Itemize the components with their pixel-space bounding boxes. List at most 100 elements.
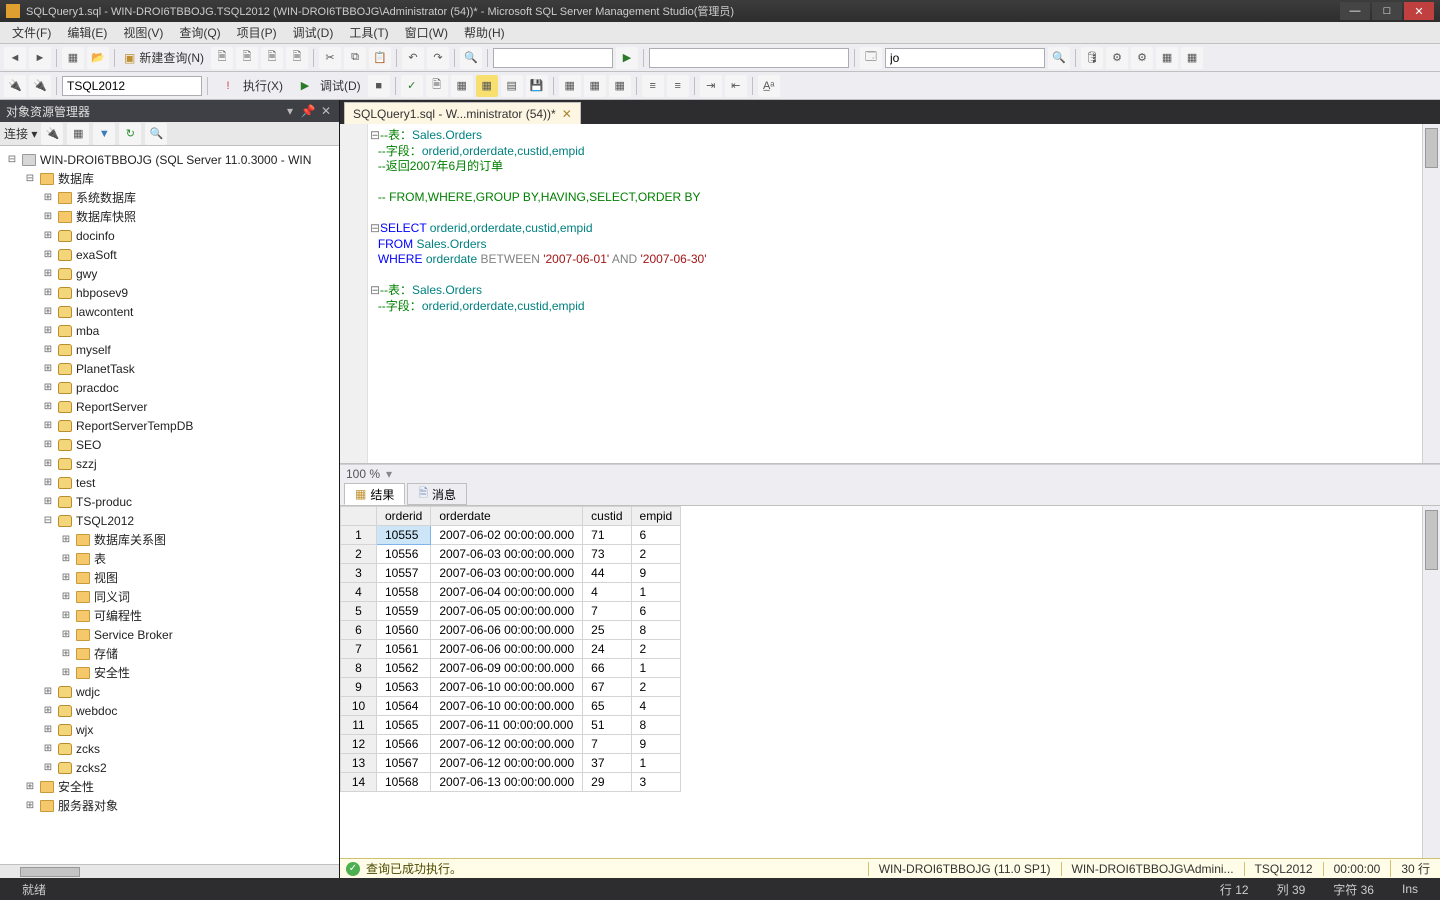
grid-cell[interactable]: 2007-06-12 00:00:00.000 xyxy=(431,735,583,754)
tree-folder[interactable]: ⊞表 xyxy=(0,549,339,568)
tree-database[interactable]: ⊞lawcontent xyxy=(0,302,339,321)
close-icon[interactable]: ✕ xyxy=(319,104,333,118)
grid-row-header[interactable]: 7 xyxy=(341,640,377,659)
outdent-btn[interactable]: ⇤ xyxy=(725,75,747,97)
tree-database[interactable]: ⊞SEO xyxy=(0,435,339,454)
grid-row-header[interactable]: 13 xyxy=(341,754,377,773)
forward-button[interactable]: ► xyxy=(29,47,51,69)
tree-folder[interactable]: ⊞安全性 xyxy=(0,777,339,796)
results-grid[interactable]: orderidorderdatecustidempid1105552007-06… xyxy=(340,506,1422,858)
oe-btn-5[interactable]: 🔍 xyxy=(145,123,167,145)
grid-cell[interactable]: 2007-06-13 00:00:00.000 xyxy=(431,773,583,792)
oe-btn-1[interactable]: 🔌 xyxy=(41,123,63,145)
menu-item[interactable]: 编辑(E) xyxy=(59,22,115,43)
grid-cell[interactable]: 51 xyxy=(583,716,631,735)
tree-database[interactable]: ⊞mba xyxy=(0,321,339,340)
back-button[interactable]: ◄ xyxy=(4,47,26,69)
comment-btn[interactable]: ≡ xyxy=(642,75,664,97)
config-combo[interactable] xyxy=(493,48,613,68)
grid-row-header[interactable]: 5 xyxy=(341,602,377,621)
grid-cell[interactable]: 2007-06-10 00:00:00.000 xyxy=(431,678,583,697)
tree-server[interactable]: ⊟WIN-DROI6TBBOJG (SQL Server 11.0.3000 -… xyxy=(0,150,339,169)
grid-cell[interactable]: 10555 xyxy=(377,526,431,545)
grid-cell[interactable]: 9 xyxy=(631,735,681,754)
grid-row-header[interactable]: 11 xyxy=(341,716,377,735)
grid-cell[interactable]: 44 xyxy=(583,564,631,583)
tree-database[interactable]: ⊞szzj xyxy=(0,454,339,473)
debug-button[interactable]: ▶调试(D) xyxy=(290,75,365,97)
tree-folder[interactable]: ⊞服务器对象 xyxy=(0,796,339,815)
tb-tool-5[interactable]: ▦ xyxy=(1181,47,1203,69)
grid-cell[interactable]: 3 xyxy=(631,773,681,792)
grid-row-header[interactable]: 1 xyxy=(341,526,377,545)
tree-folder[interactable]: ⊞系统数据库 xyxy=(0,188,339,207)
grid-row-header[interactable]: 3 xyxy=(341,564,377,583)
include-stats[interactable]: ▦ xyxy=(559,75,581,97)
grid-cell[interactable]: 6 xyxy=(631,602,681,621)
find-button[interactable]: 🔍 xyxy=(460,47,482,69)
tb-tool-3[interactable]: ⚙ xyxy=(1131,47,1153,69)
close-button[interactable]: ✕ xyxy=(1404,2,1434,20)
grid-button[interactable]: ▦ xyxy=(476,75,498,97)
grid-cell[interactable]: 4 xyxy=(631,697,681,716)
tree-database[interactable]: ⊞ReportServerTempDB xyxy=(0,416,339,435)
grid-cell[interactable]: 2007-06-09 00:00:00.000 xyxy=(431,659,583,678)
menu-item[interactable]: 调试(D) xyxy=(285,22,342,43)
tb-btn-3[interactable]: 🗎 xyxy=(261,47,283,69)
grid-row-header[interactable]: 14 xyxy=(341,773,377,792)
grid-cell[interactable]: 10562 xyxy=(377,659,431,678)
connect-btn[interactable]: 🔌 xyxy=(4,75,26,97)
grid-row-header[interactable]: 2 xyxy=(341,545,377,564)
tree-database[interactable]: ⊞hbposev9 xyxy=(0,283,339,302)
grid-row-header[interactable]: 4 xyxy=(341,583,377,602)
grid-cell[interactable]: 7 xyxy=(583,602,631,621)
tree-database[interactable]: ⊞gwy xyxy=(0,264,339,283)
grid-row-header[interactable]: 10 xyxy=(341,697,377,716)
tree-database-tsql[interactable]: ⊟TSQL2012 xyxy=(0,511,339,530)
menu-item[interactable]: 帮助(H) xyxy=(456,22,513,43)
grid-cell[interactable]: 1 xyxy=(631,754,681,773)
grid-cell[interactable]: 2007-06-10 00:00:00.000 xyxy=(431,697,583,716)
grid-cell[interactable]: 71 xyxy=(583,526,631,545)
uncomment-btn[interactable]: ≡ xyxy=(667,75,689,97)
tree-database[interactable]: ⊞docinfo xyxy=(0,226,339,245)
grid-corner[interactable] xyxy=(341,507,377,526)
grid-cell[interactable]: 67 xyxy=(583,678,631,697)
tree-folder[interactable]: ⊞数据库关系图 xyxy=(0,530,339,549)
object-tree[interactable]: ⊟WIN-DROI6TBBOJG (SQL Server 11.0.3000 -… xyxy=(0,146,339,864)
grid-cell[interactable]: 2007-06-12 00:00:00.000 xyxy=(431,754,583,773)
level-combo[interactable] xyxy=(649,48,849,68)
grid-cell[interactable]: 10568 xyxy=(377,773,431,792)
grid-cell[interactable]: 24 xyxy=(583,640,631,659)
specify-btn[interactable]: A̲ᵃ xyxy=(758,75,780,97)
editor-tab[interactable]: SQLQuery1.sql - W...ministrator (54))* ✕ xyxy=(344,102,581,124)
grid-col-header[interactable]: orderdate xyxy=(431,507,583,526)
tree-database[interactable]: ⊞test xyxy=(0,473,339,492)
grid-cell[interactable]: 10565 xyxy=(377,716,431,735)
grid-cell[interactable]: 65 xyxy=(583,697,631,716)
tree-database[interactable]: ⊞wdjc xyxy=(0,682,339,701)
grid-cell[interactable]: 37 xyxy=(583,754,631,773)
grid-col-header[interactable]: orderid xyxy=(377,507,431,526)
grid-cell[interactable]: 10563 xyxy=(377,678,431,697)
search-input[interactable] xyxy=(885,48,1045,68)
grid-cell[interactable]: 29 xyxy=(583,773,631,792)
tree-database[interactable]: ⊞TS-produc xyxy=(0,492,339,511)
tb-tool-1[interactable]: 🛢 xyxy=(1081,47,1103,69)
grid-cell[interactable]: 2 xyxy=(631,545,681,564)
tree-folder[interactable]: ⊞同义词 xyxy=(0,587,339,606)
tree-database[interactable]: ⊞ReportServer xyxy=(0,397,339,416)
grid-cell[interactable]: 1 xyxy=(631,583,681,602)
stop-button[interactable]: ■ xyxy=(368,75,390,97)
menu-item[interactable]: 窗口(W) xyxy=(397,22,456,43)
new-query-button[interactable]: ▣新建查询(N) xyxy=(120,49,208,66)
minimize-button[interactable]: — xyxy=(1340,2,1370,20)
results-tab[interactable]: ▦结果 xyxy=(344,483,405,505)
grid-cell[interactable]: 2 xyxy=(631,678,681,697)
grid-cell[interactable]: 9 xyxy=(631,564,681,583)
menu-item[interactable]: 视图(V) xyxy=(115,22,171,43)
grid-cell[interactable]: 10558 xyxy=(377,583,431,602)
tree-database[interactable]: ⊞zcks2 xyxy=(0,758,339,777)
execute-button[interactable]: !执行(X) xyxy=(213,75,287,97)
grid-row-header[interactable]: 6 xyxy=(341,621,377,640)
